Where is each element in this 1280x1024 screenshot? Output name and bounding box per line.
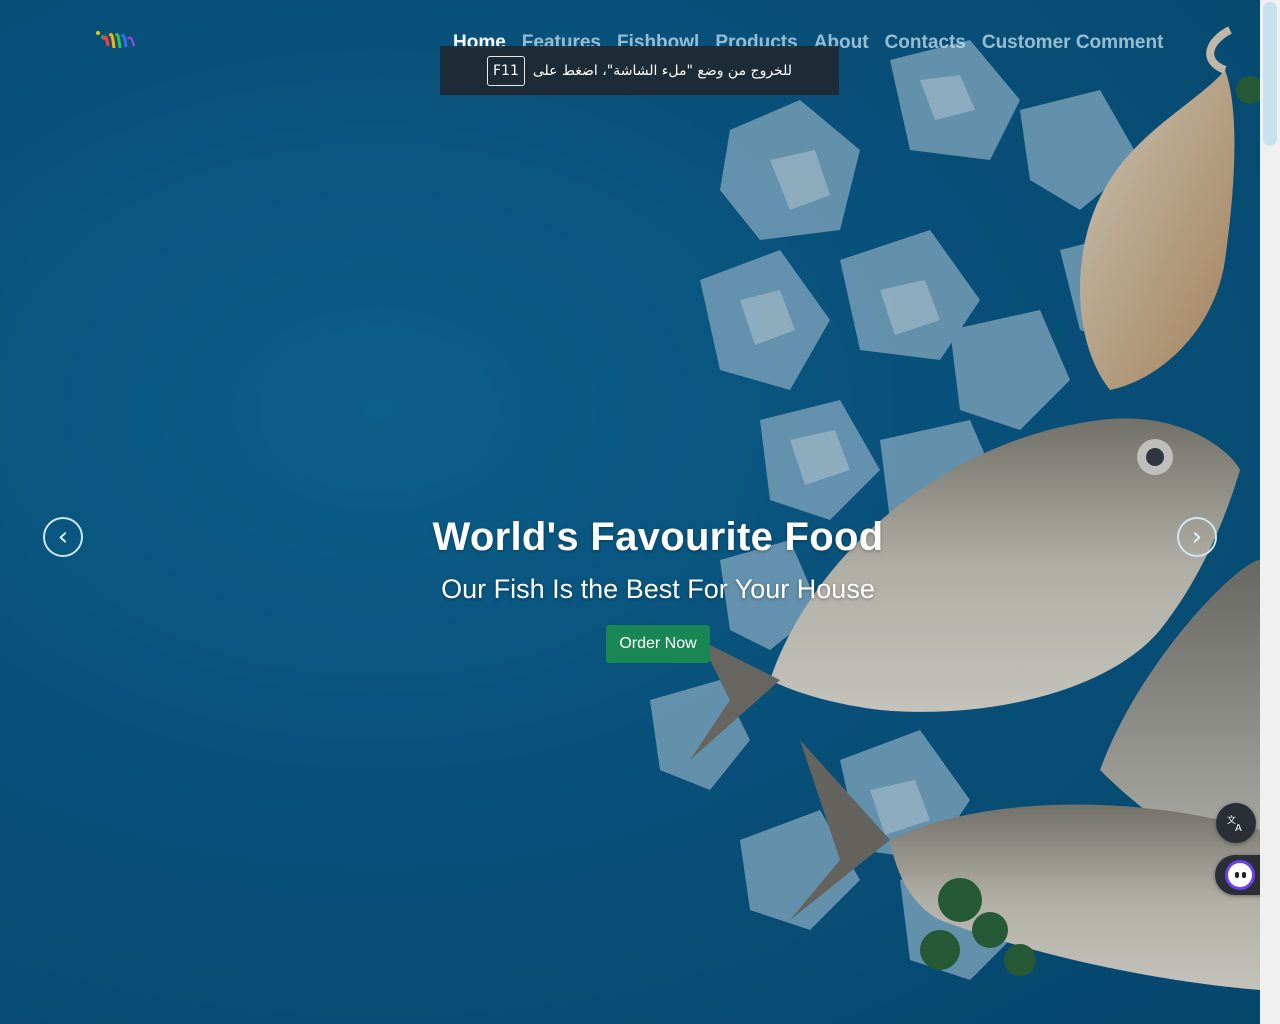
nav-customer-comment[interactable]: Customer Comment (982, 32, 1164, 54)
hero-overlay (0, 0, 1260, 1024)
svg-text:A: A (1235, 823, 1242, 833)
f11-key-badge: F11 (487, 55, 525, 86)
translate-widget-button[interactable]: 文 A (1216, 803, 1256, 843)
order-now-button[interactable]: Order Now (606, 625, 710, 663)
brand-logo[interactable] (94, 28, 138, 54)
fullscreen-toast-message: للخروج من وضع "ملء الشاشة"، اضغط على (532, 62, 792, 79)
page-scrollbar[interactable] (1260, 0, 1280, 1024)
hero-caption: World's Favourite Food Our Fish Is the B… (0, 515, 1280, 663)
translate-icon: 文 A (1227, 814, 1242, 833)
nav-contacts[interactable]: Contacts (885, 32, 966, 54)
assistant-bot-icon (1225, 860, 1255, 890)
hero-carousel (0, 0, 1260, 1024)
assistant-widget-button[interactable] (1215, 855, 1265, 895)
scrollbar-thumb[interactable] (1263, 2, 1277, 146)
hero-subtitle: Our Fish Is the Best For Your House (441, 574, 875, 604)
hero-title: World's Favourite Food (432, 515, 884, 559)
fullscreen-exit-toast: F11 للخروج من وضع "ملء الشاشة"، اضغط على (440, 46, 839, 95)
